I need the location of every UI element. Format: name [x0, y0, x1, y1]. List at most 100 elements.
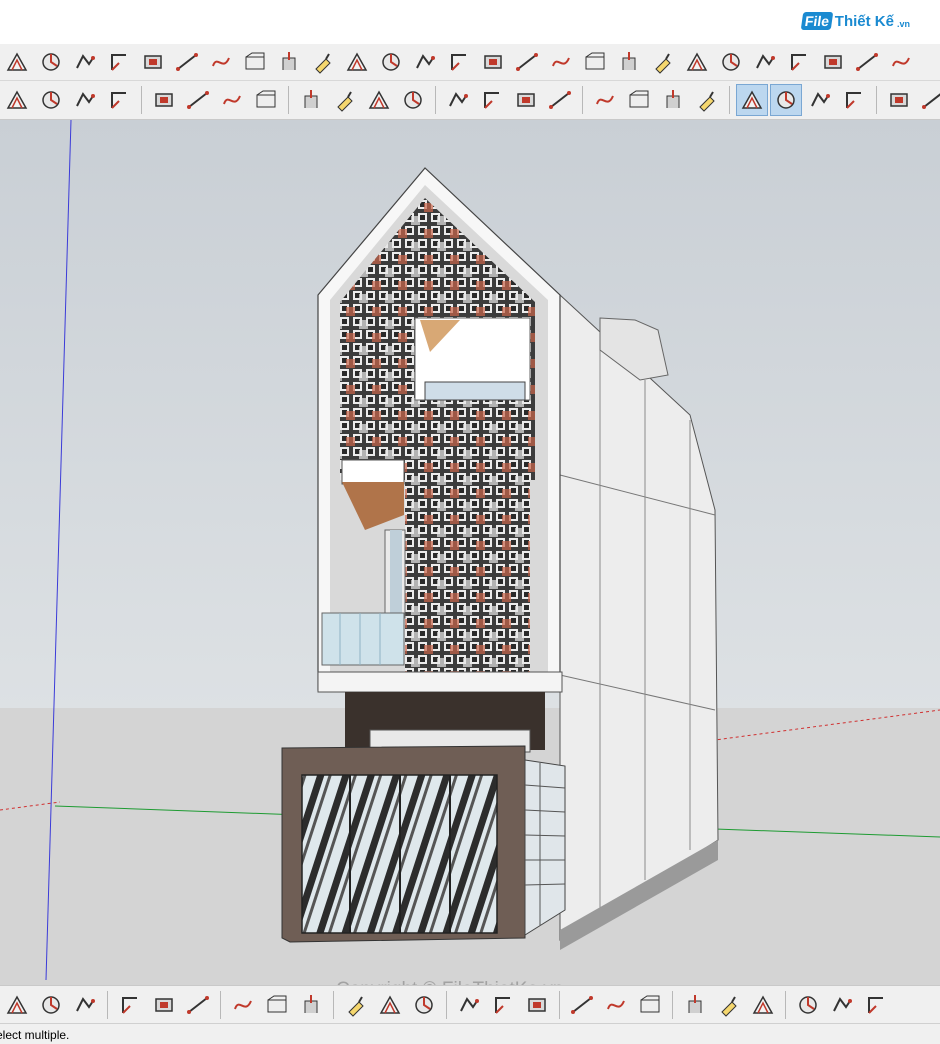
window-icon[interactable] [750, 47, 780, 77]
axis-tool-icon[interactable] [36, 990, 66, 1020]
paint-icon[interactable] [308, 47, 338, 77]
hatch-icon[interactable] [886, 47, 916, 77]
warehouse-icon[interactable] [296, 85, 326, 115]
toolbar-separator [220, 991, 221, 1019]
logo-file: File [800, 12, 834, 30]
share-model-icon[interactable] [364, 85, 394, 115]
cone-icon[interactable] [228, 990, 258, 1020]
zoom-extents-icon[interactable] [251, 85, 281, 115]
arc-curve-icon[interactable] [748, 990, 778, 1020]
trim-icon[interactable] [648, 47, 678, 77]
axes-icon[interactable] [104, 47, 134, 77]
left-view-icon[interactable] [658, 85, 688, 115]
scene-svg [0, 120, 940, 985]
pan-icon[interactable] [183, 85, 213, 115]
filethietke-logo: File Thiết Kế .vn [800, 12, 910, 30]
toolbar-row-1 [0, 44, 940, 81]
text-tool-icon[interactable] [2, 990, 32, 1020]
helix-icon[interactable] [454, 990, 484, 1020]
front-view-icon[interactable] [590, 85, 620, 115]
toolbar-separator [141, 86, 142, 114]
stairs-icon[interactable] [342, 47, 372, 77]
line-icon[interactable] [172, 47, 202, 77]
bezier-icon[interactable] [680, 990, 710, 1020]
arrow-down-icon[interactable] [614, 47, 644, 77]
paint-bucket-icon[interactable] [104, 85, 134, 115]
follow-me-icon[interactable] [70, 47, 100, 77]
pyramid-icon[interactable] [183, 990, 213, 1020]
section-plane-icon[interactable] [2, 85, 32, 115]
back-view-icon[interactable] [624, 85, 654, 115]
hidden-line-icon[interactable] [770, 84, 802, 116]
railing-icon[interactable] [376, 47, 406, 77]
toolbar-separator [876, 86, 877, 114]
toolbar-separator [582, 86, 583, 114]
offset-icon[interactable] [138, 47, 168, 77]
help-icon[interactable] [70, 990, 100, 1020]
stack-icon[interactable] [716, 47, 746, 77]
status-bar: elect multiple. [0, 1023, 940, 1044]
box-icon[interactable] [115, 990, 145, 1020]
toolbar-separator [672, 991, 673, 1019]
toolbar-row-2 [0, 81, 940, 120]
dome-icon[interactable] [410, 47, 440, 77]
xray-icon[interactable] [692, 85, 722, 115]
top-view-icon[interactable] [545, 85, 575, 115]
tape-measure-icon[interactable] [36, 85, 66, 115]
iso-view-icon[interactable] [477, 85, 507, 115]
screw-icon[interactable] [580, 47, 610, 77]
bottom-toolbar [0, 985, 940, 1024]
right-view-icon[interactable] [511, 85, 541, 115]
wall-icon[interactable] [478, 47, 508, 77]
grid-icon[interactable] [852, 47, 882, 77]
globe-icon[interactable] [827, 990, 857, 1020]
geodesic-icon[interactable] [488, 990, 518, 1020]
extrude-icon[interactable] [784, 47, 814, 77]
tools-icon[interactable] [601, 990, 631, 1020]
toolbar-separator [333, 991, 334, 1019]
louver-icon[interactable] [546, 47, 576, 77]
torus-icon[interactable] [375, 990, 405, 1020]
dodeca-icon[interactable] [522, 990, 552, 1020]
curve-icon[interactable] [635, 990, 665, 1020]
freehand-icon[interactable] [206, 47, 236, 77]
textured-icon[interactable] [839, 85, 869, 115]
magnet-icon[interactable] [567, 990, 597, 1020]
status-text: elect multiple. [0, 1028, 70, 1042]
component-icon[interactable] [918, 85, 940, 115]
toolbar-separator [446, 991, 447, 1019]
toolbar-separator [107, 991, 108, 1019]
toolbar-separator [785, 991, 786, 1019]
lathe-icon[interactable] [409, 990, 439, 1020]
tube-icon[interactable] [341, 990, 371, 1020]
array-icon[interactable] [818, 47, 848, 77]
shaded-icon[interactable] [805, 85, 835, 115]
pen-icon[interactable] [714, 990, 744, 1020]
shell-icon[interactable] [512, 47, 542, 77]
push-pull-icon[interactable] [274, 47, 304, 77]
wireframe-icon[interactable] [736, 84, 768, 116]
sphere-icon[interactable] [296, 990, 326, 1020]
spiral-tool-icon[interactable] [793, 990, 823, 1020]
section-icon[interactable] [240, 47, 270, 77]
split-icon[interactable] [682, 47, 712, 77]
dimension-icon[interactable] [2, 47, 32, 77]
toolbar-separator [729, 86, 730, 114]
3d-viewport[interactable] [0, 120, 940, 985]
text-label-icon[interactable] [70, 85, 100, 115]
top-strip: File Thiết Kế .vn [0, 0, 940, 44]
group-icon[interactable] [884, 85, 914, 115]
zoom-icon[interactable] [217, 85, 247, 115]
extension-warehouse-icon[interactable] [330, 85, 360, 115]
cylinder-icon[interactable] [262, 990, 292, 1020]
orbit-icon[interactable] [149, 85, 179, 115]
toolbar-separator [559, 991, 560, 1019]
prism-icon[interactable] [149, 990, 179, 1020]
logo-thietke: Thiết Kế [834, 12, 894, 30]
logo-domain: .vn [896, 19, 910, 29]
protractor-icon[interactable] [36, 47, 66, 77]
arc-3d-icon[interactable] [443, 85, 473, 115]
dial-icon[interactable] [861, 990, 891, 1020]
spiral-icon[interactable] [444, 47, 474, 77]
ruby-icon[interactable] [398, 85, 428, 115]
